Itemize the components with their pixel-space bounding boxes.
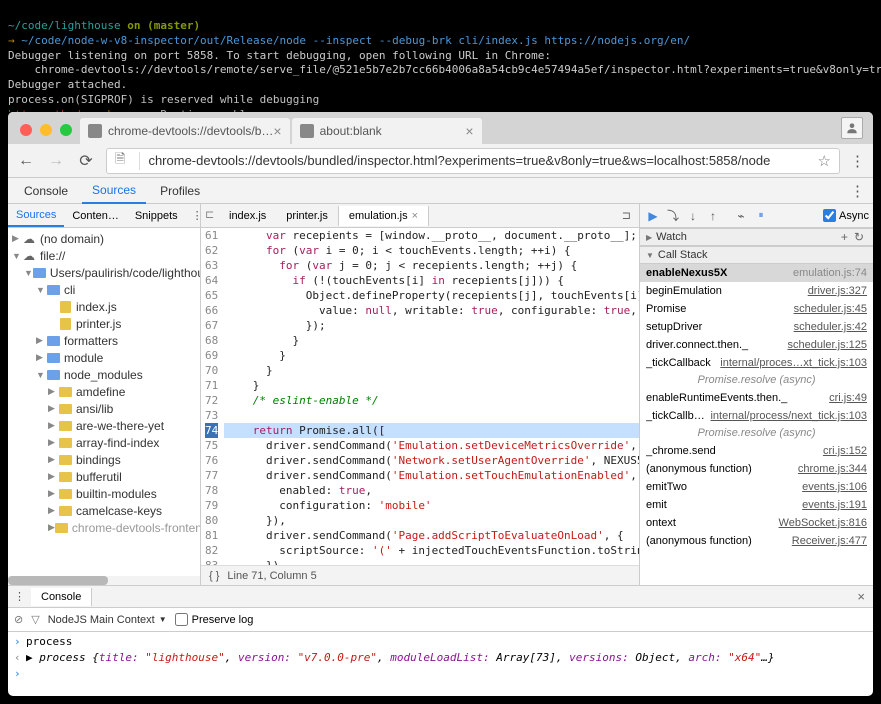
stack-frame[interactable]: beginEmulationdriver.js:327: [640, 282, 873, 300]
bookmark-icon[interactable]: ☆: [818, 152, 831, 170]
maximize-icon[interactable]: [60, 124, 72, 136]
tab-strip: chrome-devtools://devtools/b… × about:bl…: [8, 112, 873, 144]
close-icon[interactable]: [20, 124, 32, 136]
chrome-menu-icon[interactable]: ⋮: [850, 152, 865, 170]
stack-frame[interactable]: (anonymous function)chrome.js:344: [640, 460, 873, 478]
tab-sources[interactable]: Sources: [82, 178, 146, 204]
deactivate-breakpoints-button[interactable]: ⌁: [732, 209, 750, 223]
debugger-pane: ▶ ⤵ ↓ ↑ ⌁ ⏸ Async ▶Watch + ↻ ▼Call Stack…: [640, 204, 873, 585]
tab-title: about:blank: [320, 124, 382, 138]
cursor-position: Line 71, Column 5: [227, 570, 316, 582]
devtools-menu-icon[interactable]: ⋮: [842, 182, 873, 200]
url-text: chrome-devtools://devtools/bundled/inspe…: [148, 153, 770, 168]
nav-tab-content[interactable]: Conten…: [64, 206, 126, 226]
devtools-tabs: Console Sources Profiles ⋮: [8, 178, 873, 204]
cloud-icon: [22, 250, 36, 262]
filter-icon[interactable]: ▽: [31, 613, 39, 626]
back-button[interactable]: ←: [16, 152, 36, 170]
stack-frame[interactable]: _tickCallbackinternal/process/next_tick.…: [640, 407, 873, 425]
tab-favicon: [88, 124, 102, 138]
editor-tab[interactable]: emulation.js×: [338, 206, 429, 226]
address-bar[interactable]: 🗎 chrome-devtools://devtools/bundled/ins…: [106, 148, 840, 174]
stack-frame[interactable]: (anonymous function)Receiver.js:477: [640, 532, 873, 550]
refresh-watch-icon[interactable]: ↻: [851, 230, 867, 244]
console-drawer: ⋮ Console × ⊘ ▽ NodeJS Main Context ▼ Pr…: [8, 586, 873, 696]
reload-button[interactable]: ⟳: [76, 151, 96, 171]
stack-frame[interactable]: Promisescheduler.js:45: [640, 300, 873, 318]
cloud-icon: [22, 233, 36, 245]
stack-frame[interactable]: driver.connect.then._scheduler.js:125: [640, 336, 873, 354]
forward-button[interactable]: →: [46, 152, 66, 170]
stack-frame[interactable]: _tickCallbackinternal/proces…xt_tick.js:…: [640, 354, 873, 372]
step-out-button[interactable]: ↑: [704, 209, 722, 223]
watch-section[interactable]: ▶Watch + ↻: [640, 228, 873, 246]
context-selector[interactable]: NodeJS Main Context ▼: [48, 614, 167, 626]
browser-tab[interactable]: about:blank ×: [292, 118, 482, 144]
step-into-button[interactable]: ↓: [684, 209, 702, 223]
resume-button[interactable]: ▶: [644, 209, 662, 223]
window-controls: [16, 124, 80, 144]
nav-menu-icon[interactable]: ⋮: [186, 209, 201, 222]
stack-frame[interactable]: enableNexus5Xemulation.js:74: [640, 264, 873, 282]
nav-tab-snippets[interactable]: Snippets: [127, 206, 186, 226]
async-checkbox[interactable]: Async: [823, 209, 869, 222]
editor-status-bar: { } Line 71, Column 5: [201, 565, 639, 585]
editor-pane: ⊏ index.js printer.js emulation.js× ⊐ 61…: [201, 204, 640, 585]
profile-button[interactable]: [841, 117, 863, 139]
chrome-window: chrome-devtools://devtools/b… × about:bl…: [8, 112, 873, 696]
nav-tab-sources[interactable]: Sources: [8, 205, 64, 227]
add-watch-icon[interactable]: +: [838, 230, 851, 244]
tab-profiles[interactable]: Profiles: [150, 179, 210, 203]
file-tree[interactable]: ▶(no domain) ▼file:// ▼Users/paulirish/c…: [8, 228, 200, 576]
tab-favicon: [300, 124, 314, 138]
page-icon: 🗎: [115, 150, 125, 172]
terminal: ~/code/lighthouse on (master) → ~/code/n…: [0, 0, 881, 112]
browser-tab[interactable]: chrome-devtools://devtools/b… ×: [80, 118, 290, 144]
scrollbar-horizontal[interactable]: [8, 576, 200, 585]
async-boundary: Promise.resolve (async): [640, 372, 873, 389]
code-editor[interactable]: 6162636465666768697071727374757677787980…: [201, 228, 639, 565]
editor-tab[interactable]: printer.js: [276, 206, 338, 226]
tab-title: chrome-devtools://devtools/b…: [108, 124, 273, 138]
stack-frame[interactable]: enableRuntimeEvents.then._cri.js:49: [640, 389, 873, 407]
tab-console[interactable]: Console: [14, 179, 78, 203]
stack-frame[interactable]: emitevents.js:191: [640, 496, 873, 514]
sidebar-toggle-icon[interactable]: ⊏: [205, 208, 214, 221]
console-output[interactable]: ›process ‹▶ process {title: "lighthouse"…: [8, 632, 873, 696]
pause-exceptions-button[interactable]: ⏸: [752, 210, 770, 221]
sidebar-toggle-icon[interactable]: ⊐: [614, 209, 639, 222]
navigator-pane: Sources Conten… Snippets ⋮ ▶(no domain) …: [8, 204, 201, 585]
drawer-tab-console[interactable]: Console: [31, 588, 92, 606]
stack-frame[interactable]: _chrome.sendcri.js:152: [640, 442, 873, 460]
stack-frame[interactable]: ontextWebSocket.js:816: [640, 514, 873, 532]
clear-console-icon[interactable]: ⊘: [14, 613, 23, 626]
drawer-menu-icon[interactable]: ⋮: [8, 590, 31, 603]
close-icon[interactable]: ×: [412, 210, 418, 222]
browser-toolbar: ← → ⟳ 🗎 chrome-devtools://devtools/bundl…: [8, 144, 873, 178]
minimize-icon[interactable]: [40, 124, 52, 136]
close-drawer-icon[interactable]: ×: [849, 589, 873, 604]
close-tab-icon[interactable]: ×: [273, 123, 281, 139]
step-over-button[interactable]: ⤵: [664, 207, 682, 224]
async-boundary: Promise.resolve (async): [640, 425, 873, 442]
stack-frame[interactable]: setupDriverscheduler.js:42: [640, 318, 873, 336]
preserve-log-checkbox[interactable]: Preserve log: [175, 613, 254, 626]
editor-tab[interactable]: index.js: [219, 206, 276, 226]
braces-icon[interactable]: { }: [209, 570, 219, 582]
callstack-section[interactable]: ▼Call Stack: [640, 246, 873, 264]
close-tab-icon[interactable]: ×: [465, 123, 473, 139]
stack-frame[interactable]: emitTwoevents.js:106: [640, 478, 873, 496]
